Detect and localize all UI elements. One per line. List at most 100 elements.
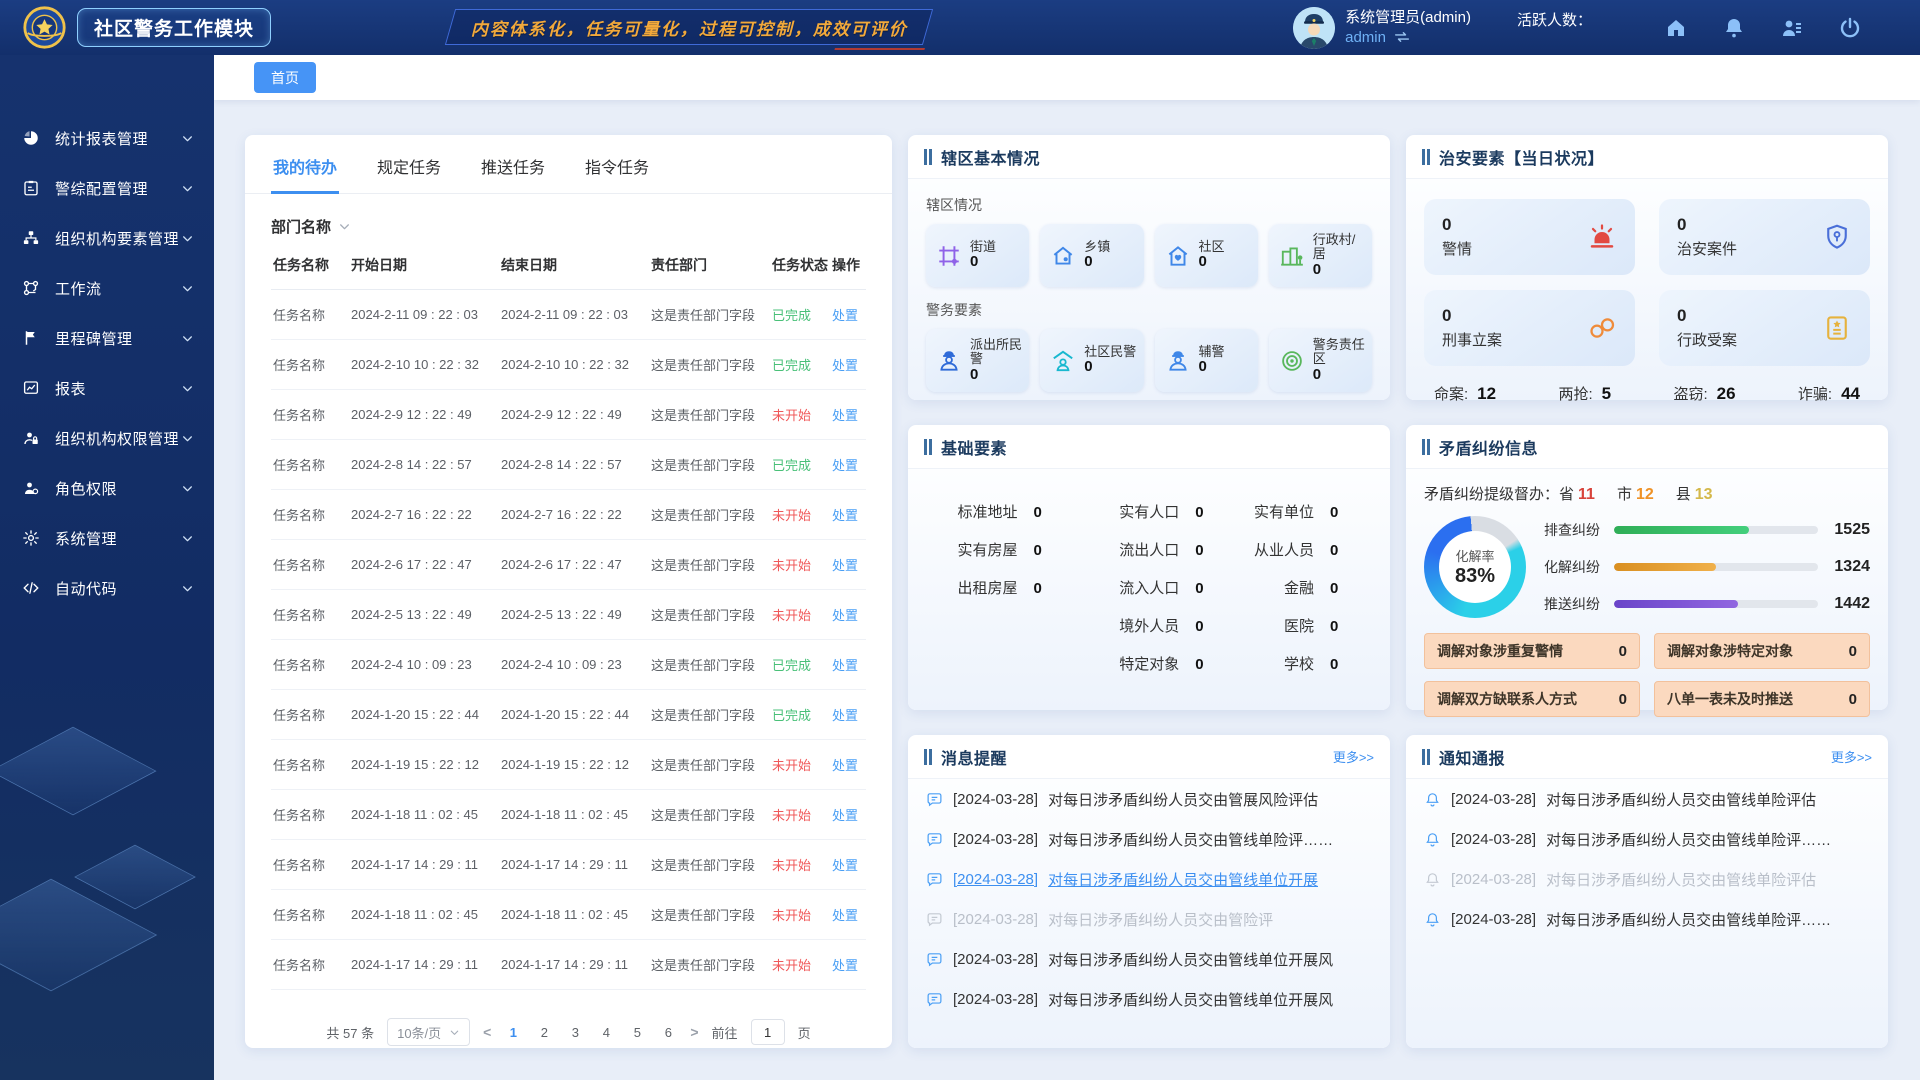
message-item[interactable]: [2024-03-28]对每日涉矛盾纠纷人员交由管线单位开展	[926, 869, 1372, 890]
status-badge: 未开始	[772, 558, 811, 573]
message-item[interactable]: [2024-03-28]对每日涉矛盾纠纷人员交由管险评	[926, 909, 1372, 930]
task-name: 任务名称	[271, 490, 349, 540]
handle-link[interactable]: 处置	[832, 708, 858, 723]
user-lock-icon	[22, 429, 40, 447]
department: 这是责任部门字段	[649, 690, 770, 740]
table-row: 任务名称2024-1-18 11 : 02 : 452024-1-18 11 :…	[271, 790, 866, 840]
handle-link[interactable]: 处置	[832, 458, 858, 473]
department-filter[interactable]: 部门名称	[271, 216, 866, 237]
page-1[interactable]: 1	[504, 1025, 522, 1040]
tab-command-tasks[interactable]: 指令任务	[583, 141, 651, 193]
message-item[interactable]: [2024-03-28]对每日涉矛盾纠纷人员交由管线单险评……	[926, 829, 1372, 850]
end-date: 2024-1-20 15 : 22 : 44	[499, 690, 649, 740]
message-item[interactable]: [2024-03-28]对每日涉矛盾纠纷人员交由管展风险评估	[926, 789, 1372, 810]
status-badge: 未开始	[772, 908, 811, 923]
gear-icon	[22, 529, 40, 547]
handle-link[interactable]: 处置	[832, 608, 858, 623]
chevron-down-icon	[181, 532, 194, 545]
stat-label: 警情	[1442, 238, 1472, 259]
page-3[interactable]: 3	[566, 1025, 584, 1040]
user-avatar[interactable]	[1293, 7, 1335, 49]
dispute-button-repeat-alerts[interactable]: 调解对象涉重复警情0	[1424, 633, 1640, 669]
page-6[interactable]: 6	[659, 1025, 677, 1040]
goto-page-input[interactable]	[751, 1019, 785, 1045]
sidebar-item-stats-report[interactable]: 统计报表管理	[0, 113, 214, 163]
stat-value: 0	[1084, 254, 1110, 271]
sidebar-item-org-perms[interactable]: 组织机构权限管理	[0, 413, 214, 463]
power-icon[interactable]	[1838, 16, 1862, 40]
stat-card-police-area: 警务责任区0	[1269, 329, 1372, 392]
sidebar-item-system[interactable]: 系统管理	[0, 513, 214, 563]
stat-card-criminal-cases: 0刑事立案	[1424, 290, 1635, 366]
sidebar-item-police-config[interactable]: 警综配置管理	[0, 163, 214, 213]
notice-item[interactable]: [2024-03-28]对每日涉矛盾纠纷人员交由管线单险评……	[1424, 909, 1870, 930]
department: 这是责任部门字段	[649, 390, 770, 440]
prev-page-button[interactable]: <	[483, 1024, 491, 1040]
handle-link[interactable]: 处置	[832, 558, 858, 573]
dispute-button-missing-contact[interactable]: 调解双方缺联系人方式0	[1424, 681, 1640, 717]
status-badge: 已完成	[772, 358, 811, 373]
notice-item[interactable]: [2024-03-28]对每日涉矛盾纠纷人员交由管线单险评……	[1424, 829, 1870, 850]
bell-icon[interactable]	[1722, 16, 1746, 40]
department: 这是责任部门字段	[649, 590, 770, 640]
handle-link[interactable]: 处置	[832, 408, 858, 423]
user-name[interactable]: admin	[1345, 28, 1386, 48]
next-page-button[interactable]: >	[690, 1024, 698, 1040]
chevron-down-icon	[181, 282, 194, 295]
bar-pushed-disputes: 推送纠纷 1442	[1544, 594, 1870, 614]
page-5[interactable]: 5	[628, 1025, 646, 1040]
status-badge: 已完成	[772, 458, 811, 473]
task-name: 任务名称	[271, 590, 349, 640]
stat-label: 行政村/居	[1313, 233, 1366, 262]
sidebar-item-milestone[interactable]: 里程碑管理	[0, 313, 214, 363]
handle-link[interactable]: 处置	[832, 858, 858, 873]
message-item[interactable]: [2024-03-28]对每日涉矛盾纠纷人员交由管线单位开展风	[926, 949, 1372, 970]
table-row: 任务名称2024-1-17 14 : 29 : 112024-1-17 14 :…	[271, 940, 866, 990]
handle-link[interactable]: 处置	[832, 758, 858, 773]
sidebar-item-org-elements[interactable]: 组织机构要素管理	[0, 213, 214, 263]
col-end-date: 结束日期	[499, 241, 649, 290]
handle-link[interactable]: 处置	[832, 308, 858, 323]
more-link[interactable]: 更多>>	[1831, 747, 1872, 766]
user-list-icon[interactable]	[1780, 16, 1804, 40]
stat-label: 治安案件	[1677, 238, 1737, 259]
dispute-button-specific-targets[interactable]: 调解对象涉特定对象0	[1654, 633, 1870, 669]
tab-pushed-tasks[interactable]: 推送任务	[479, 141, 547, 193]
handle-link[interactable]: 处置	[832, 908, 858, 923]
stat-value: 0	[1442, 306, 1502, 326]
sidebar-item-role-perms[interactable]: 角色权限	[0, 463, 214, 513]
sidebar-item-autocode[interactable]: 自动代码	[0, 563, 214, 613]
task-name: 任务名称	[271, 440, 349, 490]
tab-my-todo[interactable]: 我的待办	[271, 141, 339, 194]
comment-icon	[926, 911, 943, 928]
page-2[interactable]: 2	[535, 1025, 553, 1040]
basic-stat: 实有房屋0	[930, 539, 1072, 560]
page-size-select[interactable]: 10条/页	[387, 1018, 470, 1046]
sidebar-item-report[interactable]: 报表	[0, 363, 214, 413]
handle-link[interactable]: 处置	[832, 808, 858, 823]
page-size-value: 10条/页	[397, 1023, 441, 1042]
notice-item[interactable]: [2024-03-28]对每日涉矛盾纠纷人员交由管线单险评估	[1424, 869, 1870, 890]
switch-user-icon[interactable]	[1393, 30, 1411, 44]
community-house-icon	[1165, 243, 1191, 269]
section-label: 辖区情况	[926, 195, 1372, 215]
message-item[interactable]: [2024-03-28]对每日涉矛盾纠纷人员交由管线单位开展风	[926, 989, 1372, 1010]
tab-home[interactable]: 首页	[254, 62, 316, 93]
department: 这是责任部门字段	[649, 440, 770, 490]
handle-link[interactable]: 处置	[832, 508, 858, 523]
task-name: 任务名称	[271, 540, 349, 590]
notice-item[interactable]: [2024-03-28]对每日涉矛盾纠纷人员交由管线单险评估	[1424, 789, 1870, 810]
page-4[interactable]: 4	[597, 1025, 615, 1040]
handle-link[interactable]: 处置	[832, 958, 858, 973]
handle-link[interactable]: 处置	[832, 358, 858, 373]
tab-required-tasks[interactable]: 规定任务	[375, 141, 443, 193]
dispute-button-late-push[interactable]: 八单一表未及时推送0	[1654, 681, 1870, 717]
end-date: 2024-2-10 10 : 22 : 32	[499, 340, 649, 390]
city-count: 12	[1636, 486, 1654, 503]
more-link[interactable]: 更多>>	[1333, 747, 1374, 766]
handle-link[interactable]: 处置	[832, 658, 858, 673]
home-icon[interactable]	[1664, 16, 1688, 40]
panel-title: 基础要素	[941, 435, 1007, 459]
start-date: 2024-1-18 11 : 02 : 45	[349, 890, 499, 940]
sidebar-item-workflow[interactable]: 工作流	[0, 263, 214, 313]
